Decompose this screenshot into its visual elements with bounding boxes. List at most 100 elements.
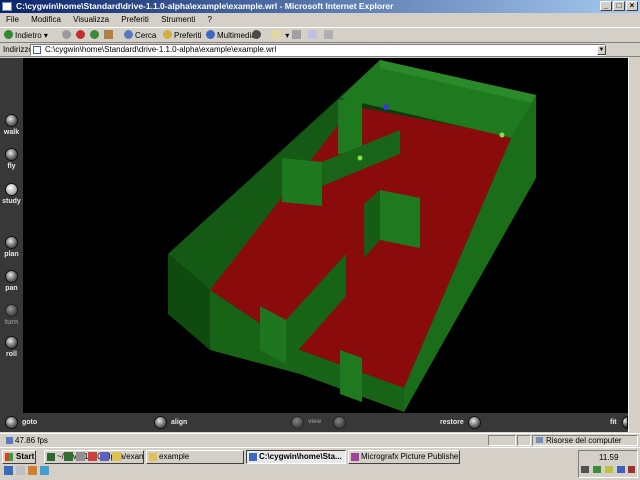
search-icon [124, 30, 133, 39]
inner-wall-1 [338, 98, 362, 154]
maximize-button[interactable]: □ [613, 1, 625, 11]
menu-modifica[interactable]: Modifica [31, 15, 61, 24]
address-label: Indirizzo [3, 45, 33, 54]
previous-view-icon[interactable] [291, 416, 304, 429]
favorites-button[interactable]: Preferiti [163, 30, 202, 42]
task-example-folder[interactable]: example [146, 450, 244, 464]
folder-icon [149, 453, 157, 461]
tray-app3-icon[interactable] [628, 466, 635, 473]
fit-label[interactable]: fit [610, 419, 617, 426]
ie-task-icon [249, 453, 257, 461]
back-button[interactable]: Indietro ▾ [4, 30, 48, 42]
goto-label[interactable]: goto [22, 419, 37, 426]
study-mode-icon[interactable] [5, 183, 18, 196]
start-button[interactable]: Start [2, 450, 36, 464]
vrml-viewport[interactable] [0, 58, 628, 432]
history-icon [252, 30, 261, 39]
next-view-icon[interactable] [333, 416, 346, 429]
task-picture-publisher[interactable]: Micrografx Picture Publisher [348, 450, 460, 464]
close-button[interactable]: × [626, 1, 638, 11]
status-pane-1 [488, 435, 516, 446]
goto-icon[interactable] [5, 416, 18, 429]
quicklaunch-outlook-icon[interactable] [28, 466, 37, 475]
navigation-mode-panel: walk fly study plan pan turn roll [0, 58, 23, 413]
menu-file[interactable]: File [6, 15, 19, 24]
walk-mode-icon[interactable] [5, 114, 18, 127]
quicklaunch-desktop-icon[interactable] [16, 466, 25, 475]
quicklaunch-zip-icon[interactable] [88, 452, 97, 461]
forward-button[interactable] [62, 30, 72, 42]
minimize-button[interactable]: _ [600, 1, 612, 11]
mail-icon [272, 30, 281, 39]
search-button[interactable]: Cerca [124, 30, 156, 42]
turn-label: turn [4, 319, 19, 326]
task-label: example [159, 452, 190, 461]
stop-button[interactable] [76, 30, 87, 42]
address-value: C:\cygwin\home\Standard\drive-1.1.0-alph… [45, 45, 277, 54]
refresh-button[interactable] [90, 30, 101, 42]
align-icon[interactable] [154, 416, 167, 429]
quicklaunch-folder-icon[interactable] [112, 452, 121, 461]
edit-button[interactable] [308, 30, 319, 42]
inner-wall-2 [282, 158, 322, 206]
viewpoint-marker-blue [383, 104, 389, 110]
terminal-icon [47, 453, 55, 461]
network-icon[interactable] [581, 466, 589, 473]
quicklaunch-tool-icon[interactable] [76, 452, 85, 461]
quicklaunch-terminal-icon[interactable] [64, 452, 73, 461]
back-arrow-icon [4, 30, 13, 39]
plan-mode-icon[interactable] [5, 236, 18, 249]
print-button[interactable] [292, 30, 303, 42]
favorites-icon [163, 30, 172, 39]
system-tray: 11.59 [578, 450, 638, 478]
windows-logo-icon [5, 453, 13, 461]
fly-mode-icon[interactable] [5, 148, 18, 161]
print-icon [292, 30, 301, 39]
refresh-icon [90, 30, 99, 39]
history-button[interactable] [252, 30, 263, 42]
stop-icon [76, 30, 85, 39]
discuss-button[interactable] [324, 30, 335, 42]
home-icon [104, 30, 113, 39]
turn-mode-icon[interactable] [5, 304, 18, 317]
window-title-bar[interactable]: C:\cygwin\home\Standard\drive-1.1.0-alph… [0, 0, 640, 13]
study-label: study [2, 198, 21, 205]
menu-bar: File Modifica Visualizza Preferiti Strum… [0, 13, 640, 26]
mail-button[interactable]: ▾ [272, 30, 289, 42]
restore-icon[interactable] [468, 416, 481, 429]
ie-small-icon [6, 437, 13, 444]
menu-preferiti[interactable]: Preferiti [121, 15, 149, 24]
viewer-control-panel: goto align view restore fit [0, 413, 628, 432]
restore-label[interactable]: restore [440, 419, 464, 426]
pan-mode-icon[interactable] [5, 270, 18, 283]
vertical-scrollbar[interactable] [628, 58, 640, 432]
quicklaunch-ie-icon[interactable] [4, 466, 13, 475]
menu-visualizza[interactable]: Visualizza [73, 15, 109, 24]
picture-publisher-icon [351, 453, 359, 461]
address-input[interactable]: C:\cygwin\home\Standard\drive-1.1.0-alph… [30, 44, 606, 56]
address-dropdown-button[interactable]: ▼ [597, 45, 606, 55]
task-ie-window[interactable]: C:\cygwin\home\Sta... [246, 450, 346, 464]
search-label: Cerca [135, 31, 157, 40]
page-icon [33, 46, 41, 54]
menu-strumenti[interactable]: Strumenti [161, 15, 195, 24]
quicklaunch-app-icon[interactable] [40, 466, 49, 475]
align-label[interactable]: align [171, 419, 187, 426]
status-bar: 47.86 fps Risorse del computer [0, 433, 640, 446]
clock[interactable]: 11.59 [599, 453, 618, 462]
home-button[interactable] [104, 30, 115, 42]
address-bar: Indirizzo C:\cygwin\home\Standard\drive-… [0, 43, 640, 57]
viewpoint-marker-2 [357, 155, 363, 161]
walk-label: walk [3, 129, 20, 136]
roll-mode-icon[interactable] [5, 336, 18, 349]
tray-app-icon[interactable] [605, 466, 613, 473]
plan-label: plan [4, 251, 19, 258]
quicklaunch-viewer-icon[interactable] [100, 452, 109, 461]
multimedia-button[interactable]: Multimedia [206, 30, 256, 42]
discuss-icon [324, 30, 333, 39]
security-zone: Risorse del computer [532, 435, 638, 446]
tray-app2-icon[interactable] [617, 466, 625, 473]
volume-icon[interactable] [593, 466, 601, 473]
menu-help[interactable]: ? [208, 15, 212, 24]
taskbar: Start ~/drive-1.1.0-alpha/example exampl… [0, 447, 640, 480]
